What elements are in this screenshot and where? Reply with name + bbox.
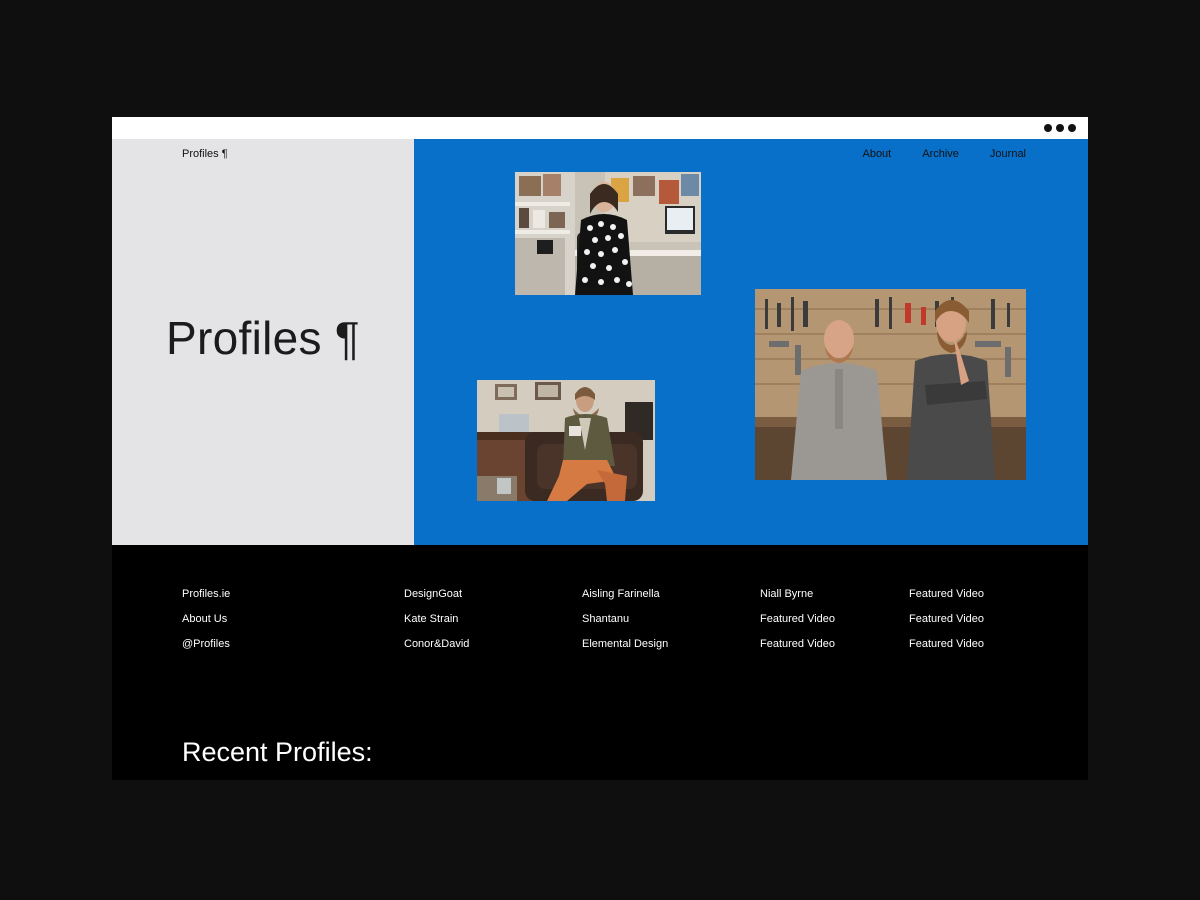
footer-link[interactable]: Conor&David: [404, 637, 469, 651]
footer-link[interactable]: Featured Video: [760, 637, 835, 651]
nav-journal[interactable]: Journal: [990, 148, 1026, 160]
footer-link[interactable]: Featured Video: [909, 637, 984, 651]
footer-link[interactable]: Featured Video: [760, 612, 835, 626]
dot: [1056, 124, 1064, 132]
nav-about[interactable]: About: [862, 148, 891, 160]
profile-photo-armchair[interactable]: [477, 380, 655, 501]
footer-link[interactable]: Featured Video: [909, 587, 984, 601]
footer-column-5: Featured Video Featured Video Featured V…: [909, 587, 984, 651]
footer-column-2: DesignGoat Kate Strain Conor&David: [404, 587, 469, 651]
profile-photo-studio[interactable]: [515, 172, 701, 295]
footer-link[interactable]: Niall Byrne: [760, 587, 835, 601]
dot: [1068, 124, 1076, 132]
footer-link[interactable]: Shantanu: [582, 612, 668, 626]
footer-link[interactable]: Aisling Farinella: [582, 587, 668, 601]
footer-link[interactable]: Featured Video: [909, 612, 984, 626]
footer-link[interactable]: Elemental Design: [582, 637, 668, 651]
more-dots-icon[interactable]: [1044, 124, 1076, 132]
footer-column-3: Aisling Farinella Shantanu Elemental Des…: [582, 587, 668, 651]
nav-archive[interactable]: Archive: [922, 148, 959, 160]
footer-link[interactable]: @Profiles: [182, 637, 230, 651]
hero-right-panel: About Archive Journal: [414, 139, 1088, 545]
footer-column-4: Niall Byrne Featured Video Featured Vide…: [760, 587, 835, 651]
dot: [1044, 124, 1052, 132]
hero-title: Profiles ¶: [166, 312, 360, 364]
main-nav: About Archive Journal: [862, 148, 1026, 160]
footer-links: Profiles.ie About Us @Profiles DesignGoa…: [112, 587, 1088, 667]
site-logo-link[interactable]: Profiles ¶: [182, 148, 228, 160]
footer-link[interactable]: Kate Strain: [404, 612, 469, 626]
footer-column-1: Profiles.ie About Us @Profiles: [182, 587, 230, 651]
footer-link[interactable]: DesignGoat: [404, 587, 469, 601]
hero-section: Profiles ¶ Profiles ¶ About Archive Jour…: [112, 139, 1088, 545]
browser-window: Profiles ¶ Profiles ¶ About Archive Jour…: [112, 117, 1088, 780]
recent-profiles-heading: Recent Profiles:: [182, 737, 373, 767]
window-chrome-bar: [112, 117, 1088, 139]
footer-link[interactable]: About Us: [182, 612, 230, 626]
profile-photo-workshop[interactable]: [755, 289, 1026, 480]
hero-left-panel: Profiles ¶ Profiles ¶: [112, 139, 414, 545]
footer-link[interactable]: Profiles.ie: [182, 587, 230, 601]
